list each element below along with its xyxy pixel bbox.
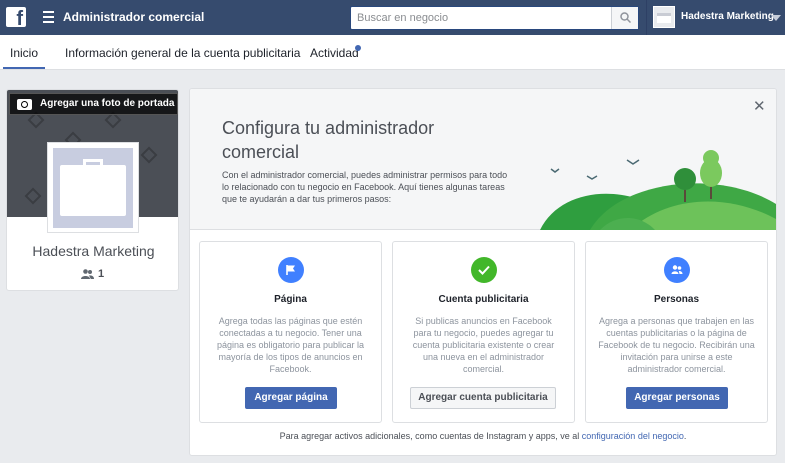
business-avatar xyxy=(653,6,675,28)
tile-description: Agrega todas las páginas que estén conec… xyxy=(216,316,365,374)
tab-actividad[interactable]: Actividad xyxy=(310,46,359,60)
tile-ad-account: Cuenta publicitaria Si publicas anuncios… xyxy=(392,241,575,423)
member-count[interactable]: 1 xyxy=(81,268,104,280)
check-icon xyxy=(471,257,497,283)
tile-page: Página Agrega todas las páginas que esté… xyxy=(199,241,382,423)
member-count-value: 1 xyxy=(98,268,105,280)
add-ad-account-button[interactable]: Agregar cuenta publicitaria xyxy=(410,387,556,409)
flag-icon xyxy=(278,257,304,283)
footer-end: . xyxy=(683,431,687,441)
search-input[interactable] xyxy=(351,7,611,29)
setup-heading: Configura tu administrador comercial xyxy=(222,118,435,162)
search-icon xyxy=(620,12,631,23)
tile-people: Personas Agrega a personas que trabajen … xyxy=(585,241,768,423)
add-cover-photo-label: Agregar una foto de portada xyxy=(40,98,175,109)
setup-card: ✕ Configura tu administrador comercial C… xyxy=(189,88,777,456)
footer-text: Para agregar activos adicionales, como c… xyxy=(279,431,582,441)
setup-banner: ✕ Configura tu administrador comercial C… xyxy=(190,89,776,230)
camera-icon xyxy=(17,99,32,110)
tab-bar: Inicio Información general de la cuenta … xyxy=(0,35,785,70)
briefcase-icon xyxy=(60,165,126,216)
search-button[interactable] xyxy=(611,7,638,29)
hamburger-menu-icon[interactable] xyxy=(43,11,54,23)
tile-title: Página xyxy=(274,294,307,305)
business-settings-link[interactable]: configuración del negocio xyxy=(582,431,684,441)
account-name: Hadestra Marketing xyxy=(681,11,774,22)
active-tab-indicator xyxy=(3,67,45,69)
close-icon[interactable]: ✕ xyxy=(753,97,766,115)
tile-description: Agrega a personas que trabajen en las cu… xyxy=(598,316,755,374)
top-navigation-bar: f Administrador comercial Hadestra Marke… xyxy=(0,0,785,35)
people-icon xyxy=(81,269,94,279)
notification-dot xyxy=(355,45,361,51)
tab-inicio[interactable]: Inicio xyxy=(10,46,38,60)
app-title: Administrador comercial xyxy=(63,10,205,24)
tile-description: Si publicas anuncios en Facebook para tu… xyxy=(412,316,555,374)
people-icon xyxy=(664,257,690,283)
tile-title: Cuenta publicitaria xyxy=(438,294,529,305)
search-box xyxy=(350,6,639,30)
business-profile-card: Agregar una foto de portada Hadestra Mar… xyxy=(6,89,179,291)
landscape-illustration xyxy=(540,150,776,230)
chevron-down-icon xyxy=(771,15,781,21)
tile-title: Personas xyxy=(653,294,700,305)
facebook-logo-icon[interactable]: f xyxy=(6,7,26,30)
add-cover-photo-button[interactable]: Agregar una foto de portada xyxy=(9,93,178,115)
tab-ad-account-overview[interactable]: Información general de la cuenta publici… xyxy=(65,46,300,60)
add-page-button[interactable]: Agregar página xyxy=(245,387,337,409)
account-switcher[interactable]: Hadestra Marketing xyxy=(646,0,785,35)
add-people-button[interactable]: Agregar personas xyxy=(626,387,728,409)
setup-intro: Con el administrador comercial, puedes a… xyxy=(222,170,508,204)
business-name: Hadestra Marketing xyxy=(32,243,155,259)
footer-note: Para agregar activos adicionales, como c… xyxy=(190,431,776,441)
facebook-logo-letter: f xyxy=(16,8,23,30)
business-profile-picture[interactable] xyxy=(47,142,139,233)
